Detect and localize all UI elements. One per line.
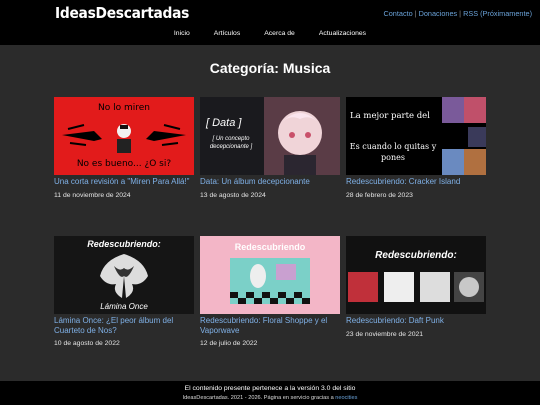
nav-articles[interactable]: Artículos [214, 30, 240, 37]
thumb-text: Es cuando lo quitas y pones [349, 142, 437, 162]
nav-about[interactable]: Acerca de [264, 30, 295, 37]
footer-line: El contenido presente pertenece a la ver… [184, 385, 356, 392]
article-date: 13 de agosto de 2024 [200, 191, 266, 199]
article-card[interactable]: Redescubriendo: Lámina Once Lámina Once:… [54, 236, 194, 347]
nav-home[interactable]: Inicio [174, 30, 190, 37]
site-logo[interactable]: IdeasDescartadas [55, 4, 189, 22]
article-thumbnail[interactable]: Redescubriendo: Lámina Once [54, 236, 194, 314]
footer-text: IdeasDescartadas. 2021 - 2026. Página en… [182, 395, 334, 401]
contact-link[interactable]: Contacto [383, 9, 412, 18]
article-date: 28 de febrero de 2023 [346, 191, 413, 199]
thumb-art [348, 272, 484, 302]
donations-link[interactable]: Donaciones [419, 9, 458, 18]
article-date: 10 de agosto de 2022 [54, 340, 120, 347]
article-title[interactable]: Redescubriendo: Cracker Island [346, 177, 486, 187]
main-nav: Inicio Artículos Acerca de Actualizacion… [0, 30, 540, 37]
article-title[interactable]: Lámina Once: ¿El peor álbum del Cuarteto… [54, 316, 194, 335]
article-thumbnail[interactable]: La mejor parte del Es cuando lo quitas y… [346, 97, 486, 175]
thumb-text: [ Data ] [206, 117, 242, 129]
thumb-text: Redescubriendo: [87, 239, 161, 249]
article-thumbnail[interactable]: [ Data ] [ Un concepto decepcionante ] [200, 97, 340, 175]
article-thumbnail[interactable]: Redescubriendo [200, 236, 340, 314]
footer-line: IdeasDescartadas. 2021 - 2026. Página en… [0, 395, 540, 401]
thumb-art [442, 97, 486, 175]
article-thumbnail[interactable]: Redescubriendo: [346, 236, 486, 314]
top-links: Contacto | Donaciones | RSS (Próximamente) [383, 9, 532, 18]
page-title: Categoría: Musica [209, 60, 331, 76]
article-date: 23 de noviembre de 2021 [346, 330, 424, 338]
article-card[interactable]: [ Data ] [ Un concepto decepcionante ] D… [200, 97, 340, 199]
thumb-text: Redescubriendo: [375, 250, 457, 261]
article-date: 11 de noviembre de 2024 [54, 191, 131, 199]
article-card[interactable]: Redescubriendo: Redescubriendo: Daft Pun… [346, 236, 486, 338]
article-title[interactable]: Redescubriendo: Floral Shoppe y el Vapor… [200, 316, 340, 335]
article-date: 12 de julio de 2022 [200, 340, 258, 347]
thumb-text: Lámina Once [100, 302, 148, 311]
article-title[interactable]: Data: Un álbum decepcionante [200, 177, 340, 187]
article-thumbnail[interactable]: No lo miren No es bueno... ¿O si? [54, 97, 194, 175]
article-card[interactable]: La mejor parte del Es cuando lo quitas y… [346, 97, 486, 199]
thumb-text: Redescubriendo [234, 242, 306, 252]
top-bar: IdeasDescartadas Contacto | Donaciones | RSS… [0, 0, 540, 45]
neocities-link[interactable]: neocities [335, 395, 357, 401]
nav-updates[interactable]: Actualizaciones [319, 30, 366, 37]
article-card[interactable]: No lo miren No es bueno... ¿O si? Una co… [54, 97, 194, 199]
thumb-text: [ Un concepto decepcionante ] [209, 136, 253, 150]
thumb-text: La mejor parte del [350, 111, 430, 121]
article-title[interactable]: Una corta revisión a "Miren Para Allá!" [54, 177, 194, 187]
article-title[interactable]: Redescubriendo: Daft Punk [346, 316, 486, 326]
article-card[interactable]: Redescubriendo Redescubriendo: Floral Sh… [200, 236, 340, 347]
rss-link[interactable]: RSS (Próximamente) [463, 9, 532, 18]
footer: El contenido presente pertenece a la ver… [0, 381, 540, 405]
thumb-text: No es bueno... ¿O si? [76, 159, 172, 169]
